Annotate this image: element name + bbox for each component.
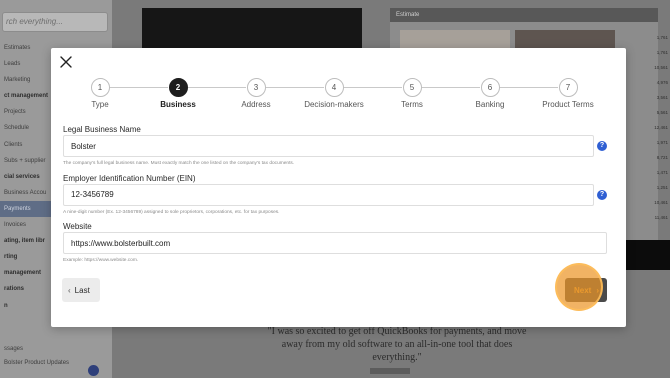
step-number: 4 [324, 78, 344, 97]
background-value: 10,461 [654, 200, 668, 205]
step-label: Product Terms [542, 100, 594, 109]
last-button-label: Last [74, 285, 90, 295]
step-number: 2 [168, 78, 188, 97]
chevron-left-icon: ‹ [68, 285, 71, 295]
background-value: 12,461 [654, 125, 668, 130]
estimate-preview-header: Estimate [390, 8, 658, 22]
chevron-right-icon: › [596, 285, 600, 295]
ein-helper: A nine-digit number (Ex. 12-3456789) ass… [63, 209, 280, 215]
step-number: 6 [480, 78, 500, 97]
website-field: Website Example: https://www.website.com… [63, 222, 611, 271]
step-label: Banking [475, 100, 505, 109]
step-product-terms[interactable]: 7 Product Terms [523, 78, 613, 109]
step-terms[interactable]: 5 Terms [367, 78, 457, 109]
notification-badge [88, 365, 99, 376]
website-label: Website [63, 222, 92, 231]
testimonial-quote: "I was so excited to get off QuickBooks … [267, 326, 527, 363]
business-name-field: Legal Business Name ? The company's full… [63, 125, 611, 174]
background-value: 1,251 [656, 185, 668, 190]
onboarding-modal: 1 Type 2 Business 3 Address 4 Decision-makers 5 T… [51, 48, 626, 327]
step-number: 3 [246, 78, 266, 97]
step-address[interactable]: 3 Address [211, 78, 301, 109]
ein-input[interactable] [63, 183, 594, 206]
sidebar-footer-item[interactable]: ssages [4, 342, 112, 356]
background-value: 8,721 [656, 155, 668, 160]
step-type[interactable]: 1 Type [55, 78, 145, 109]
step-number: 5 [402, 78, 422, 97]
business-form: Legal Business Name ? The company's full… [63, 125, 611, 271]
background-value: 1,761 [656, 50, 668, 55]
step-banking[interactable]: 6 Banking [445, 78, 535, 109]
ein-label: Employer Identification Number (EIN) [63, 173, 196, 183]
close-icon[interactable] [59, 55, 73, 69]
background-value: 11,461 [654, 215, 668, 220]
step-label: Decision-makers [304, 100, 364, 109]
ein-field: Employer Identification Number (EIN) ? A… [63, 174, 611, 223]
step-label: Address [241, 100, 271, 109]
background-value: 1,971 [656, 140, 668, 145]
next-button[interactable]: Next › [565, 278, 607, 302]
background-value: 4,976 [656, 80, 668, 85]
business-name-label: Legal Business Name [63, 125, 141, 134]
testimonial-author [370, 368, 410, 374]
background-value: 5,561 [656, 110, 668, 115]
step-number: 1 [90, 78, 110, 97]
next-button-label: Next [574, 285, 592, 295]
step-number: 7 [558, 78, 578, 97]
last-button[interactable]: ‹ Last [62, 278, 100, 302]
website-input[interactable] [63, 232, 607, 254]
help-icon[interactable]: ? [597, 189, 607, 200]
business-name-input[interactable] [63, 135, 594, 157]
background-values-column: 1,761 1,761 10,561 4,976 3,561 5,561 12,461 1,9… [648, 30, 670, 225]
help-icon[interactable]: ? [597, 141, 607, 151]
background-value: 10,561 [654, 65, 668, 70]
step-business[interactable]: 2 Business [133, 78, 223, 109]
progress-stepper: 1 Type 2 Business 3 Address 4 Decision-makers 5 T… [51, 78, 626, 118]
website-helper: Example: https://www.website.com. [63, 258, 139, 263]
global-search-input[interactable]: rch everything... [2, 12, 108, 32]
background-value: 1,761 [656, 35, 668, 40]
step-label: Type [91, 100, 109, 109]
step-decision-makers[interactable]: 4 Decision-makers [289, 78, 379, 109]
business-name-helper: The company's full legal business name. … [63, 161, 295, 166]
background-value: 3,561 [656, 95, 668, 100]
step-label: Terms [401, 100, 423, 109]
background-value: 1,471 [656, 170, 668, 175]
step-label: Business [160, 100, 196, 109]
